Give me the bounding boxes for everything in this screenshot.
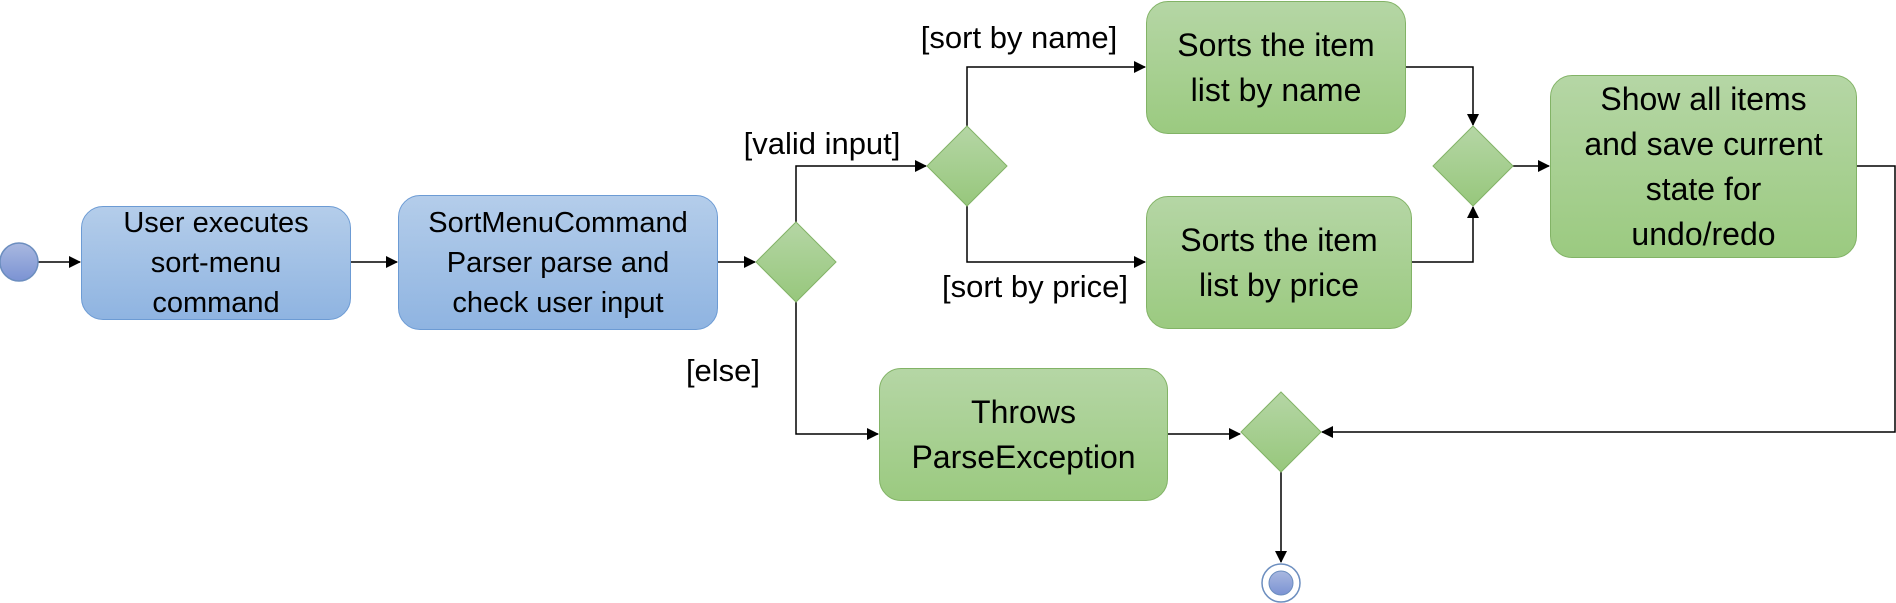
guard-sort-by-price: [sort by price] bbox=[941, 269, 1129, 304]
guard-else: [else] bbox=[685, 353, 761, 388]
guard-valid-input: [valid input] bbox=[743, 126, 901, 161]
action-sort-by-price: Sorts the item list by price bbox=[1146, 196, 1412, 329]
edge-price-merge bbox=[1412, 206, 1479, 263]
edge-name-merge bbox=[1406, 66, 1479, 126]
action-throws-exception: Throws ParseException bbox=[879, 368, 1168, 501]
merge-sort bbox=[1432, 125, 1514, 207]
guard-sort-by-name: [sort by name] bbox=[920, 20, 1118, 55]
edge-else bbox=[795, 302, 879, 440]
action-sort-by-name: Sorts the item list by name bbox=[1146, 1, 1406, 134]
decision-valid-input bbox=[755, 221, 837, 303]
edge-by-name bbox=[966, 61, 1146, 126]
initial-node bbox=[0, 242, 39, 282]
edge-valid bbox=[795, 160, 927, 222]
decision-sort-type bbox=[926, 125, 1008, 207]
action-parse-input: SortMenuCommand Parser parse and check u… bbox=[398, 195, 718, 330]
final-node bbox=[1261, 563, 1301, 603]
action-show-and-save: Show all items and save current state fo… bbox=[1550, 75, 1857, 258]
edge-by-price bbox=[966, 206, 1146, 268]
action-user-executes: User executes sort-menu command bbox=[81, 206, 351, 320]
merge-final bbox=[1240, 391, 1322, 473]
